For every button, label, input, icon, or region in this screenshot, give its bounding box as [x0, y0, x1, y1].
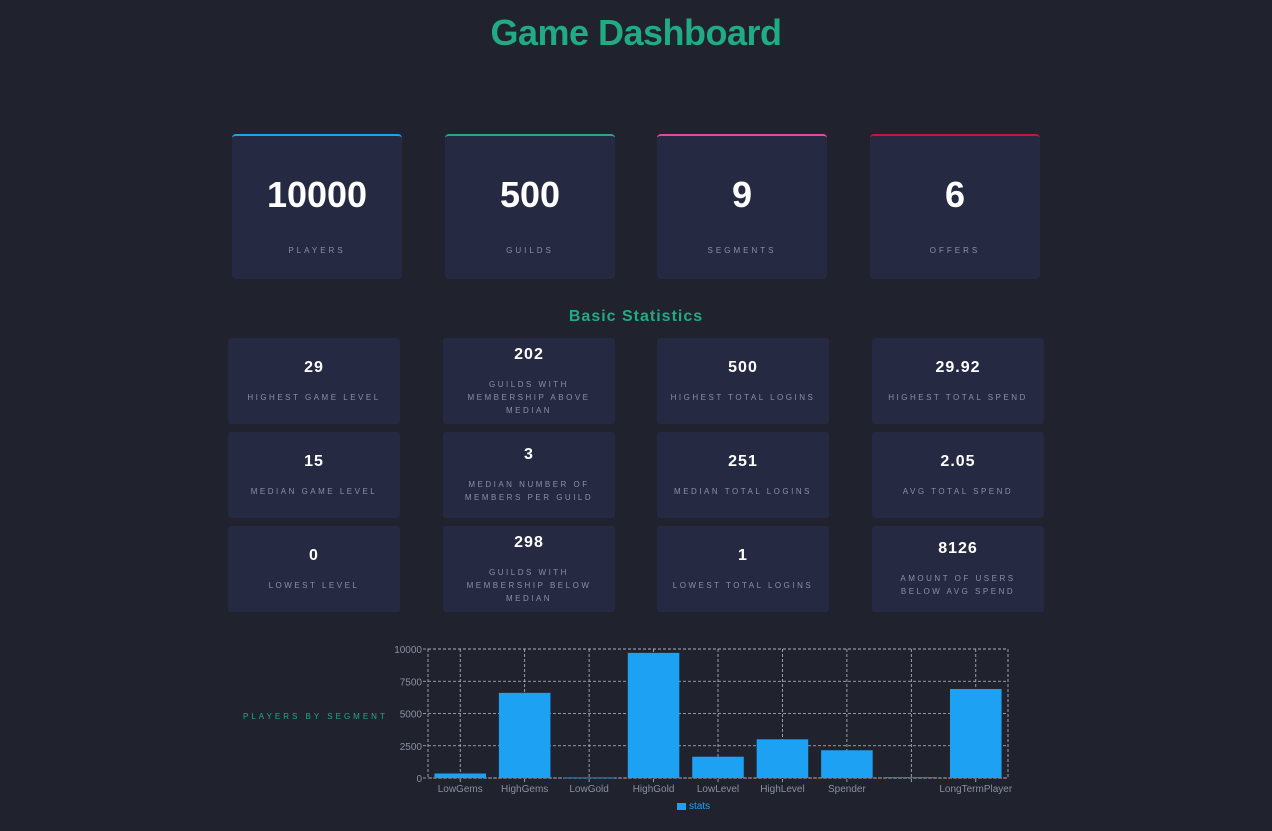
x-tick-label: LowGems: [438, 784, 483, 795]
bar-lowgems: [434, 773, 486, 778]
y-tick-label: 10000: [394, 645, 422, 656]
x-tick-label: HighGold: [633, 784, 675, 795]
bar-longtermplayer: [950, 688, 1002, 778]
y-tick-label: 0: [416, 774, 422, 785]
y-tick-label: 2500: [400, 742, 423, 753]
x-tick-label: HighGems: [501, 784, 548, 795]
players-by-segment-chart: 0 2500 5000 7500 10000 LowGems HighGems LowGold…: [394, 645, 1013, 812]
bar-highgold: [627, 652, 680, 778]
bar-unlabeled: [885, 777, 938, 779]
bar-highgems: [498, 692, 551, 778]
bar-lowlevel: [692, 756, 744, 778]
bar-lowgold: [563, 777, 615, 779]
y-tick-label: 7500: [400, 677, 423, 688]
bar-spender: [821, 750, 873, 778]
x-tick-label: LowGold: [569, 784, 608, 795]
x-tick-label: Spender: [828, 784, 866, 795]
bar-highlevel: [756, 739, 809, 778]
legend-swatch: [677, 803, 686, 810]
x-tick-label: LongTermPlayer: [939, 784, 1012, 795]
y-tick-label: 5000: [400, 710, 423, 721]
legend-label: stats: [689, 801, 710, 812]
x-tick-label: HighLevel: [760, 784, 804, 795]
x-tick-label: LowLevel: [697, 784, 739, 795]
